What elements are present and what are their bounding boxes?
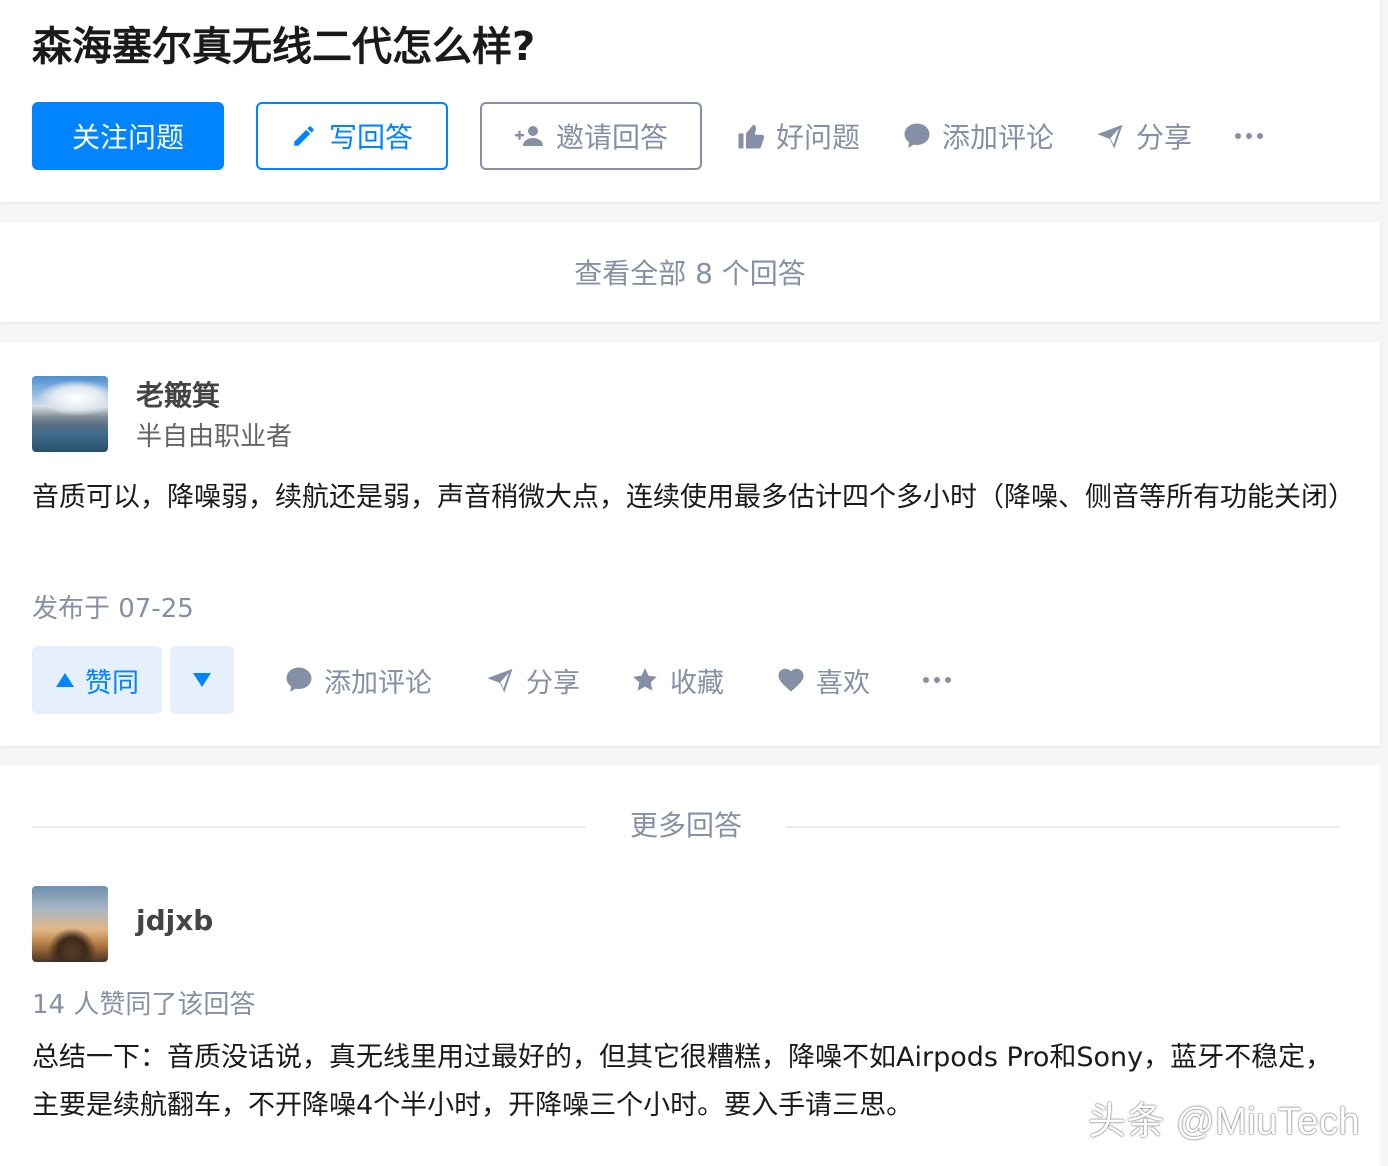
- more-icon: [922, 675, 952, 685]
- comment-icon: [902, 121, 932, 151]
- comment-icon: [284, 665, 314, 695]
- share-icon: [1094, 121, 1126, 151]
- triangle-up-icon: [55, 672, 75, 688]
- good-question-button[interactable]: 好问题: [736, 102, 860, 170]
- add-user-icon: [514, 123, 544, 149]
- divider-right: [786, 826, 1340, 828]
- view-all-answers-card: 查看全部 8 个回答: [0, 222, 1380, 322]
- answer-share-label: 分享: [526, 667, 580, 699]
- pencil-icon: [291, 123, 317, 149]
- publish-time[interactable]: 发布于 07-25: [32, 588, 194, 625]
- follow-question-button[interactable]: 关注问题: [32, 102, 224, 170]
- more-button[interactable]: [1234, 102, 1264, 170]
- add-comment-label: 添加评论: [942, 121, 1055, 154]
- author-name[interactable]: 老簸箕: [136, 374, 220, 414]
- view-all-answers-link[interactable]: 查看全部 8 个回答: [0, 222, 1380, 322]
- avatar[interactable]: [32, 886, 108, 962]
- like-label: 喜欢: [816, 667, 870, 699]
- watermark: 头条 @MiuTech: [1088, 1101, 1361, 1143]
- share-label: 分享: [1136, 121, 1193, 154]
- answer-content: 音质可以，降噪弱，续航还是弱，声音稍微大点，连续使用最多估计四个多小时（降噪、侧…: [32, 482, 1355, 513]
- triangle-down-icon: [192, 672, 212, 688]
- invite-answer-label: 邀请回答: [555, 121, 668, 154]
- author-name[interactable]: jdjxb: [136, 904, 213, 937]
- answer-card: 老簸箕 半自由职业者 音质可以，降噪弱，续航还是弱，声音稍微大点，连续使用最多估…: [0, 342, 1380, 746]
- invite-answer-button[interactable]: 邀请回答: [480, 102, 702, 170]
- answer-more-button[interactable]: [922, 646, 952, 714]
- author-headline: 半自由职业者: [136, 422, 293, 452]
- share-button[interactable]: 分享: [1094, 102, 1192, 170]
- answer-share-button[interactable]: 分享: [484, 646, 580, 714]
- answer-comment-label: 添加评论: [324, 667, 432, 699]
- thumbs-up-icon: [736, 121, 766, 151]
- vote-summary: 14 人赞同了该回答: [32, 990, 256, 1020]
- collect-label: 收藏: [670, 667, 724, 699]
- share-icon: [484, 665, 516, 695]
- heart-icon: [776, 665, 806, 695]
- upvote-label: 赞同: [85, 667, 139, 699]
- question-title: 森海塞尔真无线二代怎么样?: [32, 24, 536, 70]
- upvote-button[interactable]: 赞同: [32, 646, 162, 714]
- more-icon: [1234, 131, 1264, 141]
- answer-comment-button[interactable]: 添加评论: [284, 646, 432, 714]
- collect-button[interactable]: 收藏: [630, 646, 724, 714]
- add-comment-button[interactable]: 添加评论: [902, 102, 1054, 170]
- follow-question-label: 关注问题: [71, 121, 184, 154]
- downvote-button[interactable]: [170, 646, 234, 714]
- good-question-label: 好问题: [776, 121, 861, 154]
- avatar[interactable]: [32, 376, 108, 452]
- question-header: 森海塞尔真无线二代怎么样? 关注问题 写回答 邀请回答 好问题 添加评论 分享: [0, 0, 1380, 202]
- star-icon: [630, 665, 660, 695]
- write-answer-button[interactable]: 写回答: [256, 102, 448, 170]
- like-button[interactable]: 喜欢: [776, 646, 870, 714]
- write-answer-label: 写回答: [328, 121, 413, 154]
